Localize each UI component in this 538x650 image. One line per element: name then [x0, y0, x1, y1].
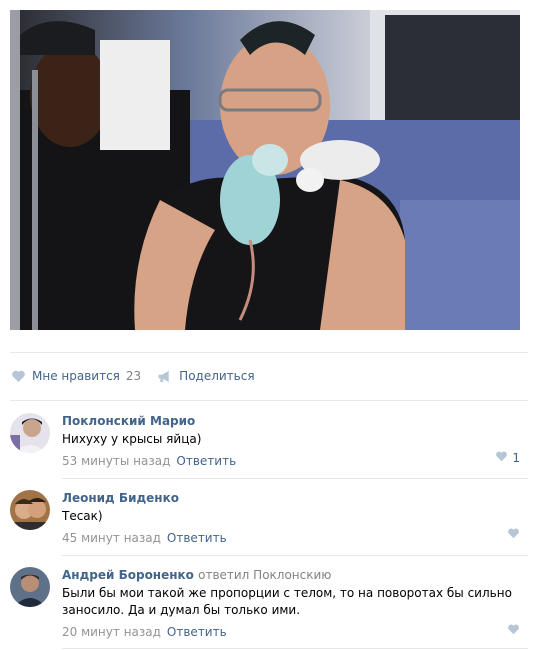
comment-author[interactable]: Поклонский Марио: [62, 413, 520, 429]
heart-icon: [507, 528, 520, 542]
reply-button[interactable]: Ответить: [176, 454, 236, 468]
divider: [62, 648, 528, 649]
comment-text: Тесак): [62, 509, 103, 523]
heart-icon: [10, 369, 26, 383]
post-photo[interactable]: [10, 10, 520, 330]
comment-item: Поклонский Марио Нихуху у крысы яйца) 53…: [10, 413, 520, 469]
comment-author[interactable]: Андрей Бороненко ответил Поклонскию: [62, 567, 520, 583]
comment-text: Были бы мои такой же пропорции с телом, …: [62, 586, 512, 617]
comment-like-button[interactable]: [507, 528, 520, 542]
reply-button[interactable]: Ответить: [167, 531, 227, 545]
comment-time[interactable]: 20 минут назад: [62, 625, 161, 639]
comment-author[interactable]: Леонид Биденко: [62, 490, 520, 506]
divider: [10, 400, 528, 401]
avatar[interactable]: [10, 567, 50, 607]
comment-like-button[interactable]: [507, 624, 520, 638]
post-actions: Мне нравится 23 Поделиться: [10, 366, 271, 386]
comment-item: Леонид Биденко Тесак) 45 минут назад Отве…: [10, 490, 520, 546]
like-button[interactable]: Мне нравится 23: [10, 369, 141, 383]
comment-like-button[interactable]: 1: [495, 451, 520, 465]
divider: [10, 352, 528, 353]
like-label: Мне нравится: [32, 369, 120, 383]
like-count: 23: [125, 369, 142, 383]
replied-to[interactable]: ответил Поклонскию: [198, 568, 331, 582]
megaphone-icon: [157, 369, 173, 383]
heart-icon: [507, 624, 520, 638]
avatar[interactable]: [10, 413, 50, 453]
share-label: Поделиться: [179, 369, 255, 383]
divider: [62, 478, 528, 479]
comment-time[interactable]: 53 минуты назад: [62, 454, 170, 468]
share-button[interactable]: Поделиться: [157, 369, 255, 383]
heart-icon: [495, 451, 508, 465]
comment-text: Нихуху у крысы яйца): [62, 432, 202, 446]
comment-item: Андрей Бороненко ответил Поклонскию Были…: [10, 567, 520, 643]
comment-time[interactable]: 45 минут назад: [62, 531, 161, 545]
avatar[interactable]: [10, 490, 50, 530]
reply-button[interactable]: Ответить: [167, 625, 227, 639]
divider: [62, 555, 528, 556]
comment-like-count: 1: [512, 451, 520, 465]
